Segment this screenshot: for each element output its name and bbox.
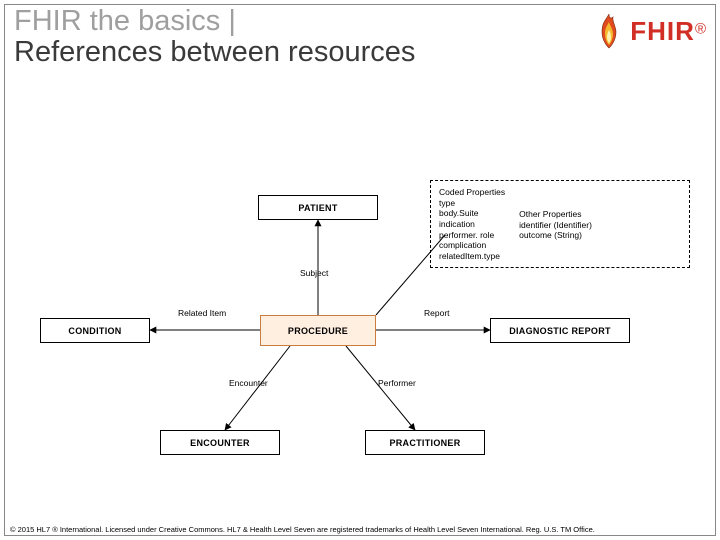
box-procedure: PROCEDURE bbox=[260, 315, 376, 346]
properties-note: Coded Properties type body.Suite indicat… bbox=[430, 180, 690, 268]
other-item: outcome (String) bbox=[519, 230, 592, 241]
other-properties-col: Other Properties identifier (Identifier)… bbox=[519, 209, 592, 261]
box-practitioner: PRACTITIONER bbox=[365, 430, 485, 455]
other-header: Other Properties bbox=[519, 209, 592, 220]
box-patient: PATIENT bbox=[258, 195, 378, 220]
coded-item: performer. role bbox=[439, 230, 505, 241]
coded-item: body.Suite bbox=[439, 208, 505, 219]
coded-item: relatedItem.type bbox=[439, 251, 505, 262]
box-diagnostic-report: DIAGNOSTIC REPORT bbox=[490, 318, 630, 343]
other-item: identifier (Identifier) bbox=[519, 220, 592, 231]
coded-item: complication bbox=[439, 240, 505, 251]
edge-performer: Performer bbox=[378, 378, 416, 388]
edge-encounter: Encounter bbox=[229, 378, 268, 388]
breadcrumb: FHIR the basics | bbox=[14, 6, 415, 37]
edge-report: Report bbox=[424, 308, 450, 318]
logo-text: FHIR® bbox=[630, 16, 706, 47]
title-block: FHIR the basics | References between res… bbox=[14, 6, 415, 69]
coded-properties-col: Coded Properties type body.Suite indicat… bbox=[439, 187, 505, 261]
edge-subject: Subject bbox=[300, 268, 328, 278]
flame-icon bbox=[594, 12, 624, 50]
page-title: References between resources bbox=[14, 37, 415, 68]
header: FHIR the basics | References between res… bbox=[14, 6, 706, 69]
registered-icon: ® bbox=[695, 20, 706, 37]
edge-related-item: Related Item bbox=[178, 308, 226, 318]
fhir-logo: FHIR® bbox=[594, 12, 706, 50]
coded-item: indication bbox=[439, 219, 505, 230]
diagram: PATIENT CONDITION PROCEDURE DIAGNOSTIC R… bbox=[0, 140, 720, 510]
footer: © 2015 HL7 ® International. Licensed und… bbox=[10, 525, 710, 534]
coded-item: type bbox=[439, 198, 505, 209]
box-condition: CONDITION bbox=[40, 318, 150, 343]
box-encounter: ENCOUNTER bbox=[160, 430, 280, 455]
coded-header: Coded Properties bbox=[439, 187, 505, 198]
